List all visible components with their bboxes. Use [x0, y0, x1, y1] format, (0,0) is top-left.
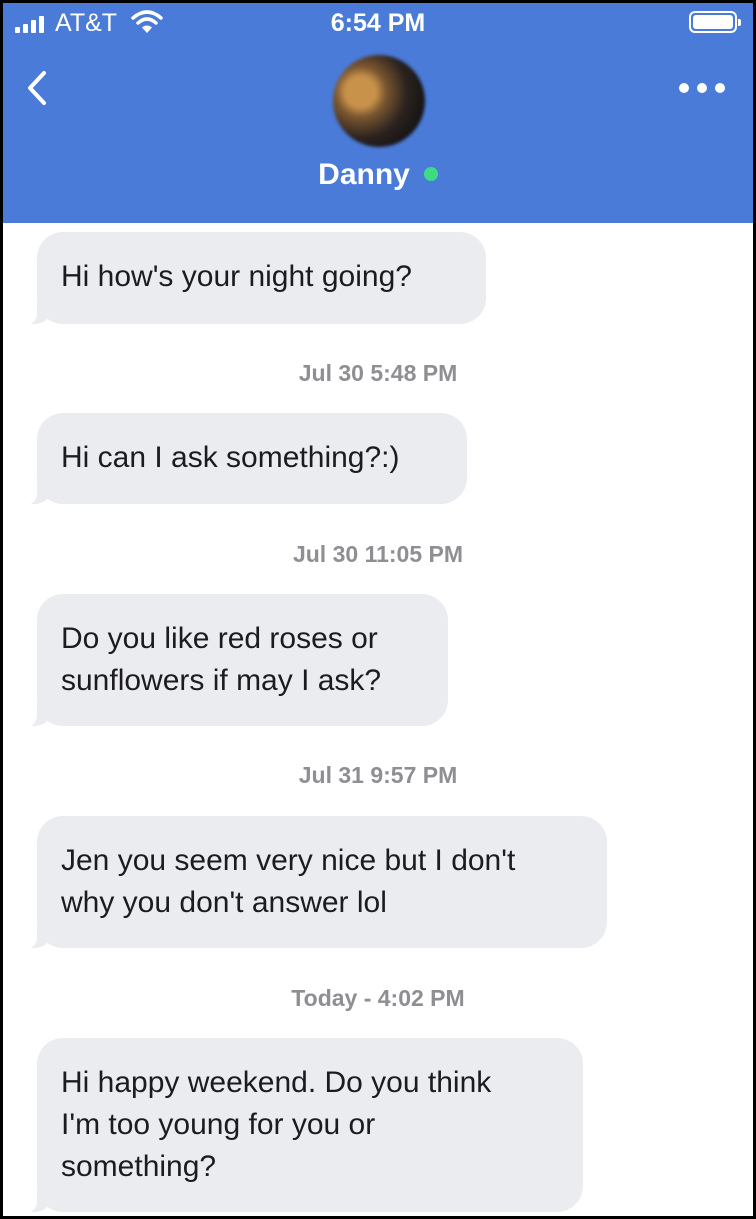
message-bubble[interactable]: Hi can I ask something?:) [11, 413, 467, 506]
message-timestamp: Jul 31 9:57 PM [298, 762, 458, 788]
message-bubble[interactable]: Jen you seem very nice but I don't why y… [11, 816, 607, 950]
message-timestamp: Jul 30 11:05 PM [292, 541, 464, 567]
status-bar: AT&T 6:54 PM [3, 3, 753, 43]
chevron-left-icon [28, 71, 46, 105]
chat-screen: AT&T 6:54 PM Danny Hi how's your night g… [3, 3, 753, 1216]
contact-name: Danny [318, 158, 410, 191]
battery-icon [689, 11, 741, 33]
message-bubble[interactable]: Hi happy weekend. Do you think I'm too y… [11, 1038, 583, 1214]
back-button[interactable] [17, 63, 57, 113]
online-status-indicator [423, 167, 438, 182]
message-timestamp: Jul 30 5:48 PM [298, 360, 458, 386]
more-options-button[interactable] [679, 73, 729, 103]
message-bubble[interactable]: Hi how's your night going? [11, 232, 486, 326]
contact-avatar[interactable] [333, 55, 425, 147]
contact-name-row[interactable]: Danny [3, 158, 753, 192]
message-timestamp: Today - 4:02 PM [291, 985, 465, 1011]
chat-header: AT&T 6:54 PM Danny [3, 3, 753, 223]
status-time: 6:54 PM [330, 9, 426, 37]
message-bubble[interactable]: Do you like red roses or sunflowers if m… [11, 594, 448, 728]
